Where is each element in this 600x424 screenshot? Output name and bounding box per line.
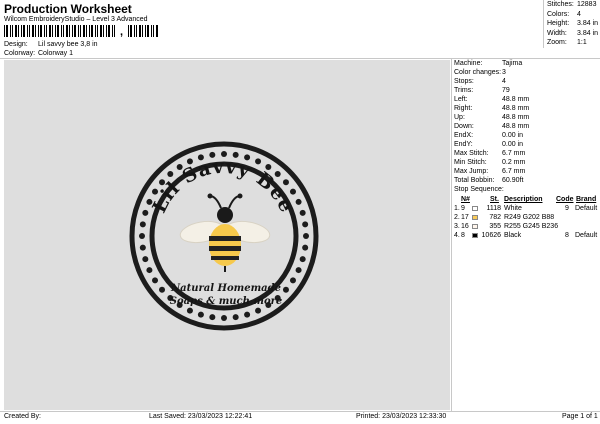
footer-divider <box>0 411 600 412</box>
info-endx: EndX: 0.00 in <box>454 132 524 139</box>
info-right: Right: 48.8 mm <box>454 105 530 112</box>
info-max-jump: Max Jump: 6.7 mm <box>454 168 526 175</box>
design-stats: Stitches: 12883 Colors: 4 Height: 3.84 in W… <box>545 1 600 49</box>
stop-sequence-label: Stop Sequence: <box>454 186 504 193</box>
created-by: Created By: <box>4 413 41 420</box>
info-total-bobbin: Total Bobbin: 60.90ft <box>454 177 524 184</box>
stop-row: 2. 17 782 R249 G202 B88 <box>454 214 555 221</box>
color-swatch <box>472 233 478 238</box>
embroidery-design: Lil Savvy Bee Natural Homemade Soaps & m… <box>129 141 319 331</box>
page-number: Page 1 of 1 <box>562 413 598 420</box>
printed-date: Printed: 23/03/2023 12:33:30 <box>356 413 447 420</box>
info-stops: Stops: 4 <box>454 78 506 85</box>
slogan-line-2: Soaps & much more <box>170 296 283 307</box>
last-saved: Last Saved: 23/03/2023 12:22:41 <box>149 413 253 420</box>
stop-row: 1. 9 1118 White 9 Default <box>454 205 598 212</box>
design-label: Design: <box>4 41 28 48</box>
stop-sequence-header: N# St. Description Code Brand <box>461 196 597 203</box>
info-endy: EndY: 0.00 in <box>454 141 524 148</box>
stop-row: 3. 16 355 R255 G245 B236 <box>454 223 559 230</box>
colorway-value: Colorway 1 <box>38 50 74 57</box>
bee-icon <box>179 193 271 272</box>
stat-colors: Colors: 4 <box>547 10 581 18</box>
colorway-label: Colorway: <box>4 50 36 57</box>
color-swatch <box>472 206 478 211</box>
info-down: Down: 48.8 mm <box>454 123 530 130</box>
info-min-stitch: Min Stitch: 0.2 mm <box>454 159 526 166</box>
machine-info-panel: Machine: Tajima Color changes: 3 Stops: 4 T… <box>451 58 600 412</box>
stop-row: 4. 8 10626 Black 8 Default <box>454 232 598 239</box>
info-left: Left: 48.8 mm <box>454 96 530 103</box>
barcode-short <box>128 25 158 37</box>
design-preview: Lil Savvy Bee Natural Homemade Soaps & m… <box>4 60 450 410</box>
info-max-stitch: Max Stitch: 6.7 mm <box>454 150 526 157</box>
color-swatch <box>472 224 478 229</box>
design-row: Design: Lil savvy bee 3,8 in <box>0 41 300 50</box>
design-value: Lil savvy bee 3,8 in <box>38 41 98 48</box>
barcode-separator: , <box>120 26 124 38</box>
barcode <box>4 25 115 37</box>
info-trims: Trims: 79 <box>454 87 510 94</box>
stat-height: Height: 3.84 in <box>547 20 599 28</box>
software-subtitle: Wilcom EmbroideryStudio – Level 3 Advanc… <box>4 16 148 23</box>
slogan-line-1: Natural Homemade <box>170 283 281 294</box>
page-title: Production Worksheet <box>4 2 132 16</box>
stat-width: Width: 3.84 in <box>547 29 599 37</box>
color-swatch <box>472 215 478 220</box>
stat-zoom: Zoom: 1:1 <box>547 39 587 47</box>
stat-stitches: Stitches: 12883 <box>547 1 597 8</box>
info-color-changes: Color changes: 3 <box>454 69 506 76</box>
info-machine: Machine: Tajima <box>454 60 523 67</box>
info-up: Up: 48.8 mm <box>454 114 530 121</box>
stats-divider <box>543 0 544 48</box>
